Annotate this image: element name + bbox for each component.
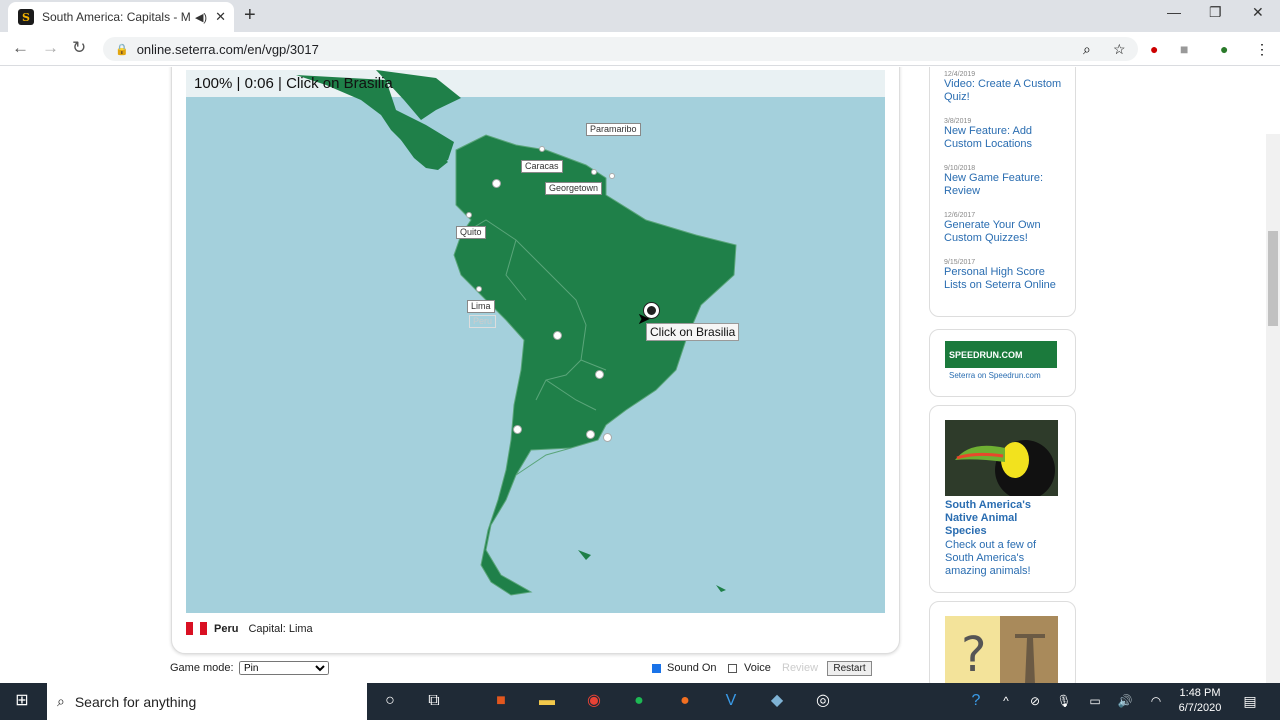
score-value: 100% — [194, 75, 233, 92]
lock-icon: 🔒 — [115, 43, 129, 56]
timer-value: 0:06 — [244, 75, 274, 92]
page-content: 100% | 0:06 | Click on Brasilia Paramari… — [0, 67, 1280, 684]
city-pin[interactable] — [492, 179, 501, 188]
news-item[interactable]: 9/15/2017 Personal High Score Lists on Se… — [944, 259, 1069, 292]
review-button[interactable]: Review — [782, 662, 818, 674]
animals-title[interactable]: South America's Native Animal Species — [945, 499, 1060, 538]
editor-icon[interactable]: V — [721, 691, 741, 711]
file-explorer-icon[interactable]: ▬ — [537, 691, 557, 711]
help-icon[interactable]: ? — [966, 691, 986, 711]
app-icon[interactable]: ● — [675, 691, 695, 711]
prompt-text: Click on Brasilia — [286, 75, 393, 92]
taskbar-search[interactable]: ⌕ Search for anything — [47, 683, 367, 720]
search-icon: ⌕ — [57, 693, 65, 709]
app-icon[interactable]: ◆ — [767, 691, 787, 711]
restore-icon[interactable]: ❐ — [1209, 4, 1222, 21]
news-item[interactable]: 12/6/2017 Generate Your Own Custom Quizze… — [944, 212, 1069, 245]
city-pin[interactable] — [591, 169, 597, 175]
browser-tab[interactable]: S South America: Capitals - Ma ◀) ✕ — [8, 2, 234, 32]
tab-strip: S South America: Capitals - Ma ◀) ✕ + — … — [0, 0, 1280, 32]
forward-icon[interactable]: → — [42, 38, 59, 58]
city-pin[interactable] — [603, 433, 612, 442]
footer-country: Peru — [214, 622, 239, 635]
mouse-cursor-icon: ➤ — [637, 311, 651, 328]
restart-button[interactable]: Restart — [827, 661, 872, 676]
new-tab-button[interactable]: + — [244, 4, 256, 27]
news-item[interactable]: 12/4/2019 Video: Create A Custom Quiz! — [944, 71, 1069, 104]
voice-label: Voice — [744, 662, 771, 674]
south-america-map — [186, 70, 885, 596]
notifications-icon[interactable]: ▤ — [1240, 691, 1260, 711]
chrome-icon[interactable]: ◉ — [584, 691, 604, 711]
bookmark-star-icon[interactable]: ☆ — [1113, 41, 1126, 58]
url-text: online.seterra.com/en/vgp/3017 — [136, 41, 319, 57]
seterra-favicon-icon: S — [18, 9, 34, 25]
label-georgetown: Georgetown — [545, 182, 603, 195]
speaker-icon[interactable]: ◀) — [195, 11, 207, 24]
task-view-icon[interactable]: ⧉ — [424, 691, 444, 711]
label-caracas: Caracas — [521, 160, 563, 173]
city-pin[interactable] — [595, 370, 604, 379]
office-icon[interactable]: ■ — [491, 691, 511, 711]
volume-icon[interactable]: 🔊 — [1115, 691, 1135, 711]
score-bar: 100% | 0:06 | Click on Brasilia — [194, 75, 393, 92]
game-controls: Game mode: Pin Sound On Voice Review Res… — [170, 661, 900, 681]
label-quito: Quito — [456, 226, 486, 239]
toucan-image[interactable] — [945, 420, 1058, 496]
speedrun-logo[interactable]: SPEEDRUN.COM — [945, 341, 1057, 368]
windows-taskbar: ⊞ ⌕ Search for anything ○ ⧉ ■ ▬ ◉ ● ● V … — [0, 683, 1280, 720]
label-paramaribo: Paramaribo — [586, 123, 641, 136]
microphone-icon[interactable]: 🎙 — [1054, 691, 1074, 711]
menu-icon[interactable]: ⋮ — [1255, 41, 1269, 58]
news-item[interactable]: 3/8/2019 New Feature: Add Custom Location… — [944, 118, 1069, 151]
city-pin[interactable] — [609, 173, 615, 179]
extension-icon[interactable]: ● — [1150, 41, 1158, 57]
voice-checkbox[interactable] — [728, 664, 737, 673]
page-scrollbar[interactable] — [1266, 134, 1280, 684]
extension-icon[interactable]: ■ — [1180, 41, 1188, 57]
close-tab-icon[interactable]: ✕ — [215, 9, 226, 25]
city-pin[interactable] — [553, 331, 562, 340]
city-pin[interactable] — [466, 212, 472, 218]
label-peru: Peru — [469, 315, 497, 328]
minimize-icon[interactable]: — — [1167, 4, 1181, 20]
game-mode-label: Game mode: — [170, 662, 234, 674]
news-item[interactable]: 9/10/2018 New Game Feature: Review — [944, 165, 1069, 198]
obs-icon[interactable]: ◎ — [813, 691, 833, 711]
svg-text:?: ? — [961, 627, 986, 683]
city-pin[interactable] — [539, 146, 545, 152]
system-clock[interactable]: 1:48 PM 6/7/2020 — [1172, 686, 1228, 716]
profile-avatar-icon[interactable]: ● — [1220, 41, 1228, 57]
sound-checkbox[interactable] — [652, 664, 661, 673]
scrollbar-thumb[interactable] — [1268, 231, 1278, 326]
answer-footer: Peru Capital: Lima — [186, 622, 313, 635]
city-pin[interactable] — [476, 286, 482, 292]
animals-text[interactable]: Check out a few of South America's amazi… — [945, 539, 1060, 578]
speedrun-caption[interactable]: Seterra on Speedrun.com — [949, 371, 1041, 380]
battery-icon[interactable]: ▭ — [1085, 691, 1105, 711]
close-window-icon[interactable]: ✕ — [1252, 4, 1264, 21]
game-mode-select[interactable]: Pin — [239, 661, 329, 675]
sound-label: Sound On — [667, 662, 717, 674]
prompt-tooltip: Click on Brasilia — [646, 323, 740, 341]
tab-title: South America: Capitals - Ma — [42, 10, 191, 24]
city-pin[interactable] — [513, 425, 522, 434]
map-area[interactable] — [186, 70, 885, 613]
footer-capital: Capital: Lima — [248, 622, 313, 635]
city-pin[interactable] — [586, 430, 595, 439]
wifi-icon[interactable]: ◠ — [1146, 691, 1166, 711]
spotify-icon[interactable]: ● — [629, 691, 649, 711]
christ-redeemer-image[interactable]: ? — [945, 616, 1058, 684]
tray-chevron-icon[interactable]: ^ — [996, 691, 1016, 711]
back-icon[interactable]: ← — [12, 38, 29, 58]
cortana-icon[interactable]: ○ — [380, 691, 400, 711]
label-lima: Lima — [467, 300, 495, 313]
peru-flag-icon — [186, 622, 207, 635]
zoom-icon[interactable]: ⌕ — [1083, 41, 1091, 58]
windows-start-icon[interactable]: ⊞ — [12, 691, 32, 711]
reload-icon[interactable]: ↻ — [72, 38, 86, 58]
tray-icon[interactable]: ⊘ — [1025, 691, 1045, 711]
url-bar[interactable]: 🔒 online.seterra.com/en/vgp/3017 — [103, 37, 1138, 61]
